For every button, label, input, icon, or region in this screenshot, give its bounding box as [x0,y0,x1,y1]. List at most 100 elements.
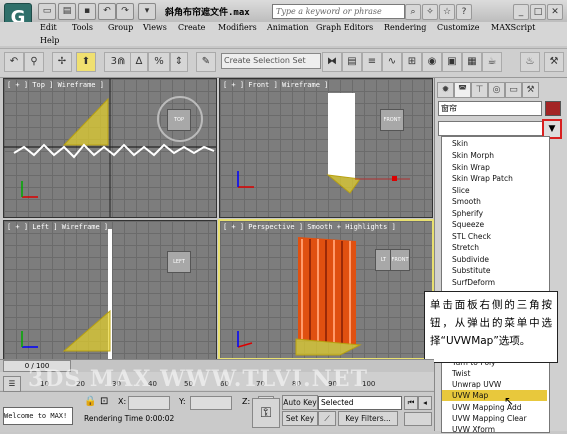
x-coordinate-field[interactable] [128,396,170,410]
modifier-item[interactable]: Skin [452,139,468,148]
percent-snap-icon[interactable]: % [148,52,170,72]
set-key-button[interactable]: Set Key [282,411,318,426]
modifier-item[interactable]: Spherify [452,209,483,218]
open-file-icon[interactable]: ▤ [58,3,76,20]
modifier-item[interactable]: Smooth [452,197,481,206]
default-tangents-icon[interactable]: ⟋ [318,411,336,426]
modifier-item[interactable]: UVW Mapping Clear [452,414,527,423]
menu-edit[interactable]: Edit [40,23,57,32]
spinner-snap-icon[interactable]: ⇕ [170,52,188,72]
menu-graph-editors[interactable]: Graph Editors [316,23,373,32]
lock-selection-icon[interactable]: 🔒 [84,396,96,407]
absolute-mode-icon[interactable]: ⊡ [100,396,108,407]
redo-icon[interactable]: ↷ [116,3,134,20]
modifier-item[interactable]: Skin Wrap [452,163,490,172]
quick-render-icon[interactable]: ☕ [482,52,502,72]
search-icon[interactable]: ⌕ [405,4,421,20]
render-setup-icon[interactable]: ▣ [442,52,462,72]
menu-group[interactable]: Group [108,23,133,32]
modify-tab-icon[interactable]: ◚ [454,82,471,98]
set-key-icon[interactable]: ⚿ [252,398,280,428]
menu-views[interactable]: Views [143,23,167,32]
named-selection-icon[interactable]: ✎ [196,52,216,72]
project-folder-icon[interactable]: ▾ [138,3,156,20]
search-input[interactable]: Type a keyword or phrase [272,4,405,19]
previous-frame-icon[interactable]: ◂ [418,396,432,410]
viewport-perspective[interactable]: [ + ] Perspective ] Smooth + Highlights … [218,219,434,360]
modifier-item[interactable]: SurfDeform [452,278,495,287]
y-coordinate-field[interactable] [190,396,232,410]
key-filters-button[interactable]: Key Filters... [338,411,398,426]
close-icon[interactable]: ✕ [547,4,563,20]
key-selection-dropdown[interactable]: Selected [318,396,402,410]
display-tab-icon[interactable]: ▭ [505,82,522,98]
modifier-item[interactable]: Skin Morph [452,151,494,160]
menu-create[interactable]: Create [178,23,205,32]
maximize-icon[interactable]: □ [530,4,546,20]
schematic-view-icon[interactable]: ⊞ [402,52,422,72]
object-color-swatch[interactable] [545,101,561,116]
modifier-item[interactable]: Subdivide [452,255,489,264]
viewport-front[interactable]: [ + ] Front ] Wireframe ] FRONT [219,78,433,218]
menu-help[interactable]: Help [40,36,59,45]
menu-rendering[interactable]: Rendering [384,23,426,32]
menu-tools[interactable]: Tools [72,23,93,32]
viewport-top[interactable]: [ + ] Top ] Wireframe ] TOP [3,78,217,218]
hammer-icon[interactable]: ⚒ [544,52,564,72]
utilities-tab-icon[interactable]: ⚒ [522,82,539,98]
menu-modifiers[interactable]: Modifiers [218,23,257,32]
communication-icon[interactable]: ☆ [439,4,455,20]
mirror-icon[interactable]: ⧓ [322,52,342,72]
material-editor-icon[interactable]: ◉ [422,52,442,72]
create-tab-icon[interactable]: ✹ [437,82,454,98]
align-icon[interactable]: ▤ [342,52,362,72]
modifier-item[interactable]: Stretch [452,243,479,252]
select-object-icon[interactable]: ⬆ [76,52,96,72]
auto-key-button[interactable]: Auto Key [282,395,318,410]
modifier-list-field[interactable] [438,121,544,136]
left-view-geometry [21,229,112,359]
modifier-item[interactable]: Unwrap UVW [452,380,501,389]
snap-toggle-icon[interactable]: 3⋒ [104,52,132,72]
object-name-field[interactable]: 窗帘 [438,101,542,116]
mini-listener-icon[interactable]: ☰ [3,376,21,392]
motion-tab-icon[interactable]: ◎ [488,82,505,98]
modifier-item[interactable]: Squeeze [452,220,484,229]
subscription-icon[interactable]: ✧ [422,4,438,20]
link-icon[interactable]: ⚲ [24,52,44,72]
modifier-item[interactable]: Slice [452,186,470,195]
watermark: 3DS MAX WWW.TLVI.NET [28,366,368,392]
modifier-item[interactable]: Substitute [452,266,490,275]
viewcube-top[interactable]: TOP [167,109,191,131]
viewcube-left[interactable]: LEFT [167,251,191,273]
new-file-icon[interactable]: ▭ [38,3,56,20]
modifier-item-uvw-map[interactable]: UVW Map [452,391,488,400]
save-file-icon[interactable]: ▪ [78,3,96,20]
help-icon[interactable]: ? [456,4,472,20]
menu-maxscript[interactable]: MAXScript [491,23,535,32]
modifier-item[interactable]: STL Check [452,232,491,241]
z-label: Z: [242,397,251,406]
viewport-left[interactable]: [ + ] Left ] Wireframe ] LEFT [3,220,217,360]
viewcube-front[interactable]: FRONT [380,109,404,131]
modifier-item[interactable]: Skin Wrap Patch [452,174,513,183]
viewcube-persp-front[interactable]: FRONT [390,249,410,271]
undo-icon[interactable]: ↶ [98,3,116,20]
modifier-item[interactable]: UVW Xform [452,425,495,434]
undo-toolbar-icon[interactable]: ↶ [4,52,24,72]
hierarchy-tab-icon[interactable]: ⊤ [471,82,488,98]
layers-icon[interactable]: ≡ [362,52,382,72]
create-selection-set-dropdown[interactable]: Create Selection Set [221,53,321,69]
go-to-start-icon[interactable]: ⏮ [404,396,418,410]
teapot-render-icon[interactable]: ♨ [520,52,540,72]
maxscript-listener[interactable]: Welcome to MAX! [3,407,73,425]
modifier-item[interactable]: Twist [452,369,470,378]
angle-snap-icon[interactable]: ∆ [130,52,148,72]
menu-animation[interactable]: Animation [267,23,309,32]
minimize-icon[interactable]: _ [513,4,529,20]
menu-customize[interactable]: Customize [437,23,480,32]
curve-editor-icon[interactable]: ∿ [382,52,402,72]
bind-space-warp-icon[interactable]: ✢ [52,52,72,72]
render-frame-icon[interactable]: ▦ [462,52,482,72]
current-frame-field[interactable] [404,412,432,426]
